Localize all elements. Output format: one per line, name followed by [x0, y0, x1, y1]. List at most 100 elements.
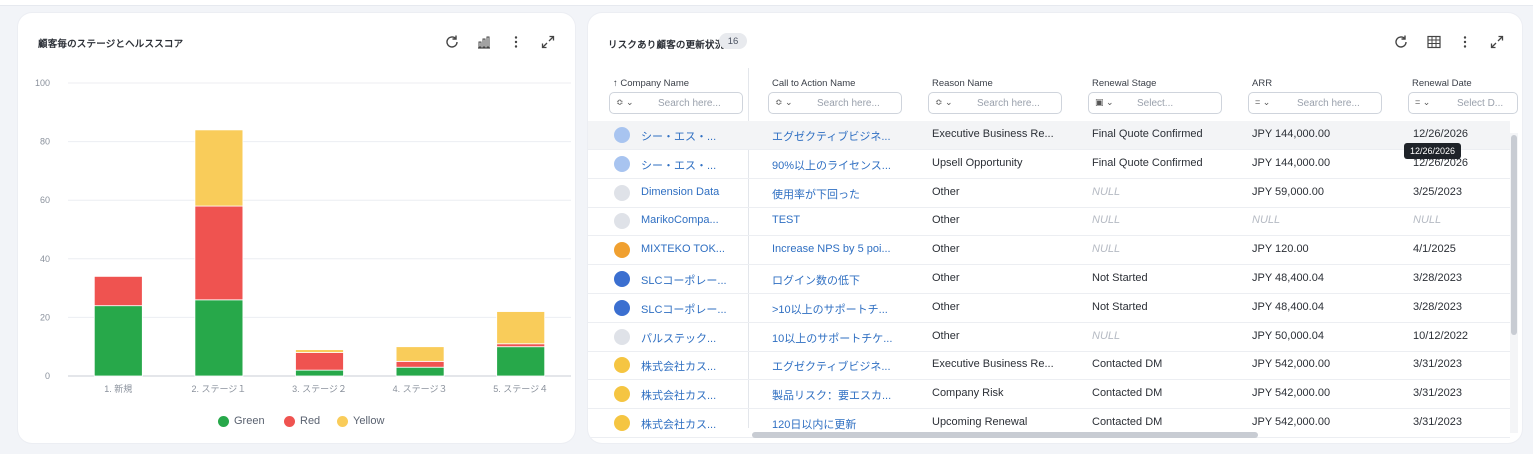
bar-segment-green[interactable]	[395, 366, 445, 377]
bar-segment-red[interactable]	[194, 205, 244, 301]
bar-segment-red[interactable]	[93, 275, 143, 307]
table-row[interactable]: パルステック... 10以上のサポートチケ... Other NULL JPY 50,0…	[588, 323, 1510, 352]
table-row[interactable]: 株式会社カス... 製品リスク：要エスカ... Company Risk Contac…	[588, 380, 1510, 410]
company-logo-icon	[614, 242, 630, 259]
column-header[interactable]: ↑ Company Name	[613, 78, 689, 89]
more-icon[interactable]	[1455, 32, 1475, 52]
renewal-date: 12/26/2026	[1413, 128, 1469, 140]
bar-segment-green[interactable]	[93, 305, 143, 377]
reason-name: Other	[932, 329, 960, 342]
reason-name: Upsell Opportunity	[932, 156, 1023, 169]
column-filter-input[interactable]: ≎ ⌄ Search here...	[928, 92, 1062, 114]
company-name-link[interactable]: シー・エス・...	[641, 128, 741, 144]
company-logo-icon	[614, 328, 630, 345]
bar-segment-red[interactable]	[395, 360, 445, 368]
bar-segment-green[interactable]	[194, 299, 244, 377]
renewal-stage: Final Quote Confirmed	[1092, 156, 1203, 169]
renewal-stage: NULL	[1092, 329, 1121, 342]
cta-name-link[interactable]: Increase NPS by 5 poi...	[772, 243, 922, 255]
legend-item-green[interactable]: Green	[218, 415, 265, 427]
bar-segment-green[interactable]	[295, 369, 344, 377]
company-name-link[interactable]: 株式会社カス...	[641, 358, 741, 374]
renewal-stage: Not Started	[1092, 300, 1148, 313]
company-name-link[interactable]: SLCコーポレー...	[641, 301, 741, 317]
column-filter-input[interactable]: = ⌄ Select D...	[1408, 92, 1518, 114]
bar-segment-red[interactable]	[295, 352, 344, 371]
cta-name-link[interactable]: エグゼクティブビジネ...	[772, 128, 922, 144]
company-name-link[interactable]: パルステック...	[641, 330, 741, 346]
legend-label: Yellow	[353, 415, 385, 427]
company-name-link[interactable]: 株式会社カス...	[641, 416, 741, 432]
table-row[interactable]: MIXTEKO TOK... Increase NPS by 5 poi... Ot…	[588, 236, 1510, 266]
horizontal-scrollbar[interactable]	[748, 429, 1510, 439]
table-row[interactable]: 株式会社カス... エグゼクティブビジネ... Executive Business…	[588, 351, 1510, 381]
company-logo-icon	[614, 155, 630, 172]
arr-value: JPY 48,400.04	[1252, 300, 1324, 313]
reason-name: Other	[932, 272, 960, 284]
cta-name-link[interactable]: 90%以上のライセンス...	[772, 157, 922, 173]
cta-name-link[interactable]: 製品リスク：要エスカ...	[772, 387, 922, 403]
y-tick-label: 80	[40, 137, 50, 147]
column-filter-input[interactable]: ≎ ⌄ Search here...	[609, 92, 743, 114]
table-row[interactable]: Dimension Data 使用率が下回った Other NULL JPY 59,00…	[588, 179, 1510, 208]
company-logo-icon	[614, 299, 630, 316]
table-row[interactable]: SLCコーポレー... ログイン数の低下 Other Not Started JPY 4…	[588, 265, 1510, 294]
renewal-stage: Contacted DM	[1092, 416, 1163, 428]
filter-operator-dropdown[interactable]: = ⌄	[1255, 97, 1281, 108]
column-header[interactable]: Reason Name	[932, 78, 993, 89]
company-name-link[interactable]: シー・エス・...	[641, 157, 741, 173]
renewal-date: 4/1/2025	[1413, 243, 1456, 256]
filter-operator-dropdown[interactable]: ≎ ⌄	[935, 97, 961, 108]
expand-icon[interactable]	[1487, 32, 1507, 52]
company-logo-icon	[614, 271, 630, 287]
table-row[interactable]: SLCコーポレー... >10以上のサポートチ... Other Not Starte…	[588, 294, 1510, 323]
cta-name-link[interactable]: TEST	[772, 214, 922, 226]
legend-item-red[interactable]: Red	[284, 415, 320, 427]
refresh-icon[interactable]	[1391, 32, 1411, 52]
column-header[interactable]: Renewal Date	[1412, 78, 1472, 89]
bar-segment-green[interactable]	[496, 346, 546, 377]
cta-name-link[interactable]: 10以上のサポートチケ...	[772, 330, 922, 346]
legend-label: Red	[300, 415, 321, 427]
column-filter-input[interactable]: = ⌄ Search here...	[1248, 92, 1382, 114]
cta-name-link[interactable]: >10以上のサポートチ...	[772, 301, 922, 317]
company-name-link[interactable]: 株式会社カス...	[641, 387, 741, 403]
reason-name: Executive Business Re...	[932, 128, 1054, 140]
bar-segment-red[interactable]	[496, 343, 546, 348]
column-filter-input[interactable]: ▣ ⌄ Select...	[1088, 92, 1222, 114]
column-filter-input[interactable]: ≎ ⌄ Search here...	[768, 92, 902, 114]
column-header[interactable]: Call to Action Name	[772, 78, 855, 89]
renewal-stage: Contacted DM	[1092, 387, 1163, 400]
bar-segment-yellow[interactable]	[395, 346, 445, 362]
company-logo-icon	[614, 415, 630, 431]
company-name-link[interactable]: SLCコーポレー...	[641, 272, 741, 288]
reason-name: Other	[932, 243, 960, 256]
cta-name-link[interactable]: ログイン数の低下	[772, 272, 922, 288]
vertical-scrollbar[interactable]	[1510, 133, 1518, 433]
table-row[interactable]: MarikoCompa... TEST Other NULL NULL NULL	[588, 207, 1510, 237]
company-name-link[interactable]: MIXTEKO TOK...	[641, 243, 741, 255]
table-title: リスクあり顧客の更新状況	[608, 40, 725, 51]
bar-segment-yellow[interactable]	[496, 311, 546, 345]
column-header[interactable]: ARR	[1252, 78, 1272, 89]
y-tick-label: 100	[35, 78, 50, 88]
column-header[interactable]: Renewal Stage	[1092, 78, 1156, 89]
table-row[interactable]: シー・エス・... エグゼクティブビジネ... Executive Business…	[588, 121, 1510, 150]
cta-name-link[interactable]: エグゼクティブビジネ...	[772, 358, 922, 374]
x-tick-label: 5. ステージ４	[493, 384, 548, 394]
filter-operator-dropdown[interactable]: ≎ ⌄	[775, 97, 801, 108]
legend-swatch	[284, 415, 295, 427]
table-row[interactable]: シー・エス・... 90%以上のライセンス... Upsell Opportunit…	[588, 150, 1510, 179]
filter-operator-dropdown[interactable]: ≎ ⌄	[616, 97, 642, 108]
filter-operator-dropdown[interactable]: ▣ ⌄	[1095, 97, 1121, 108]
filter-operator-dropdown[interactable]: = ⌄	[1415, 97, 1441, 108]
bar-segment-yellow[interactable]	[295, 349, 344, 353]
company-name-link[interactable]: Dimension Data	[641, 186, 741, 198]
company-name-link[interactable]: MarikoCompa...	[641, 214, 741, 226]
legend-item-yellow[interactable]: Yellow	[337, 415, 384, 427]
filter-placeholder: Search here...	[658, 98, 721, 109]
cta-name-link[interactable]: 使用率が下回った	[772, 186, 922, 202]
bar-segment-yellow[interactable]	[194, 129, 244, 207]
table-view-icon[interactable]	[1424, 32, 1444, 52]
renewal-date: 3/28/2023	[1413, 272, 1462, 284]
